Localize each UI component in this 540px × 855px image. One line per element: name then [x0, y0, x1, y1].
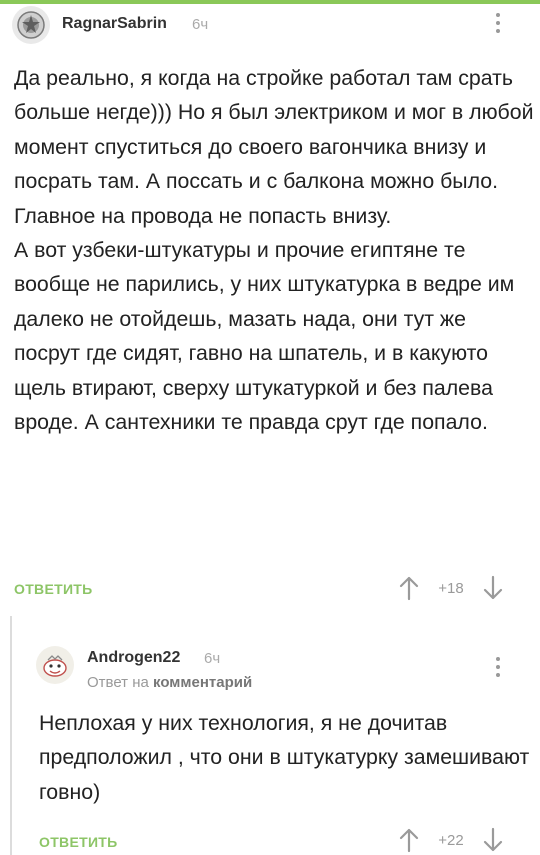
reply-button[interactable]: ОТВЕТИТЬ — [39, 834, 118, 850]
arrow-up-icon[interactable] — [398, 827, 420, 853]
vote-control: +18 — [398, 575, 504, 601]
reply-to-link[interactable]: комментарий — [153, 674, 252, 691]
comment-time: 6ч — [204, 650, 221, 667]
author-name[interactable]: RagnarSabrin — [62, 15, 167, 33]
reply-to-info: Ответ на комментарий — [87, 674, 252, 691]
vote-control: +22 — [398, 827, 504, 853]
arrow-up-icon[interactable] — [398, 575, 420, 601]
reply-button[interactable]: ОТВЕТИТЬ — [14, 581, 93, 597]
comment-time: 6ч — [192, 16, 209, 33]
avatar[interactable] — [36, 646, 74, 684]
reply-to-prefix: Ответ на — [87, 674, 149, 691]
comment-text: Да реально, я когда на стройке работал т… — [14, 66, 534, 435]
thread-line — [10, 616, 12, 855]
comment-score: +18 — [438, 579, 464, 597]
top-accent-bar — [0, 0, 540, 4]
avatar-emblem-icon — [17, 11, 45, 39]
arrow-down-icon[interactable] — [482, 575, 504, 601]
author-name[interactable]: Androgen22 — [87, 649, 180, 667]
comment-score: +22 — [438, 831, 464, 849]
comment-text: Неплохая у них технология, я не дочитав … — [39, 711, 530, 804]
kebab-menu-icon[interactable] — [488, 654, 508, 680]
avatar[interactable] — [12, 6, 50, 44]
avatar-cartoon-icon — [43, 655, 67, 677]
arrow-down-icon[interactable] — [482, 827, 504, 853]
kebab-menu-icon[interactable] — [488, 10, 508, 36]
